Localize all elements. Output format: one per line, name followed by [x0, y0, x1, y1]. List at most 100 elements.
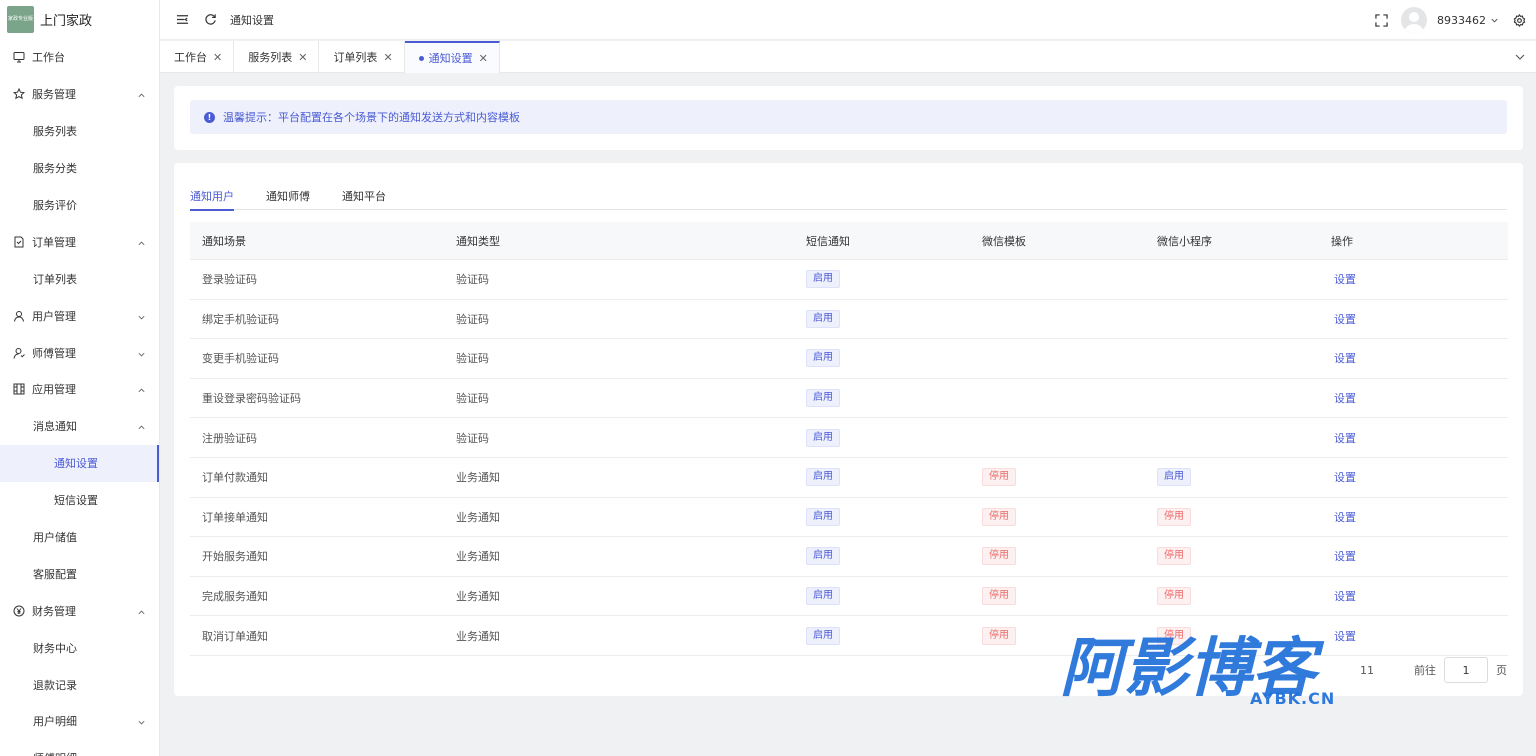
settings-link[interactable]: 设置 — [1334, 630, 1356, 643]
settings-link[interactable]: 设置 — [1334, 550, 1356, 563]
sidebar-item[interactable]: 用户明细 — [0, 703, 159, 740]
avatar[interactable] — [1401, 7, 1427, 33]
scene-cell: 变更手机验证码 — [190, 338, 456, 379]
sidebar-item[interactable]: 客服配置 — [0, 555, 159, 592]
tab-label: 订单列表 — [333, 51, 378, 64]
tab-item[interactable]: 订单列表 ✕ — [319, 41, 405, 73]
sidebar-item[interactable]: 通知设置 — [0, 444, 159, 482]
chevron-up-icon — [137, 90, 146, 99]
close-icon[interactable]: ✕ — [479, 52, 488, 65]
pager-page-input[interactable]: 1 — [1444, 657, 1488, 683]
sidebar-item[interactable]: 财务管理 — [0, 592, 159, 629]
sidebar-item-label: 用户明细 — [33, 715, 77, 729]
status-badge[interactable]: 启用 — [806, 270, 840, 289]
status-badge[interactable]: 启用 — [806, 428, 840, 447]
action-cell: 设置 — [1331, 299, 1508, 340]
settings-link[interactable]: 设置 — [1334, 352, 1356, 365]
chevron-up-icon — [137, 422, 146, 431]
status-badge[interactable]: 启用 — [1157, 468, 1191, 487]
chevron-down-icon[interactable] — [1490, 16, 1499, 25]
sidebar-item[interactable]: 用户储值 — [0, 519, 159, 556]
status-cell: 停用 — [982, 497, 1157, 538]
logo[interactable]: 家政 专业版 上门家政 — [0, 0, 159, 39]
sidebar-item[interactable]: 财务中心 — [0, 629, 159, 666]
status-cell: 停用 — [982, 536, 1157, 577]
tab-item[interactable]: 通知设置 ✕ — [404, 41, 500, 73]
scene-cell: 开始服务通知 — [190, 536, 456, 577]
subtab-item[interactable]: 通知平台 — [342, 185, 386, 210]
status-badge[interactable]: 启用 — [806, 626, 840, 645]
monitor-icon — [13, 51, 25, 63]
sidebar-item[interactable]: 订单列表 — [0, 260, 159, 297]
status-cell: 停用 — [982, 615, 1157, 656]
sidebar-item[interactable]: 应用管理 — [0, 371, 159, 408]
empty-cell — [982, 338, 1157, 379]
status-badge[interactable]: 启用 — [806, 389, 840, 408]
refresh-icon[interactable] — [203, 13, 217, 27]
pagination: 11 前往 1 页 — [1360, 657, 1507, 683]
sidebar: 家政 专业版 上门家政 工作台 服务管理 服务列表 服务分类 服务评价 订单管理 订单列表 用户… — [0, 0, 160, 756]
sidebar-item[interactable]: 服务分类 — [0, 150, 159, 187]
logo-image: 家政 专业版 — [7, 6, 34, 33]
subtab-item[interactable]: 通知师傅 — [266, 185, 310, 210]
status-cell: 启用 — [806, 457, 982, 498]
fullscreen-icon[interactable] — [1374, 13, 1388, 27]
sidebar-item[interactable]: 服务评价 — [0, 187, 159, 224]
subtab-item[interactable]: 通知用户 — [190, 185, 234, 211]
sidebar-item[interactable]: 工作台 — [0, 39, 159, 76]
close-icon[interactable]: ✕ — [383, 51, 392, 64]
action-cell: 设置 — [1331, 338, 1508, 379]
tab-item[interactable]: 工作台 ✕ — [160, 41, 235, 73]
sidebar-item[interactable]: 用户管理 — [0, 297, 159, 334]
sidebar-item[interactable]: 师傅管理 — [0, 334, 159, 371]
notify-card: 通知用户 通知师傅 通知平台 通知场景 通知类型 短信通知 微信模板 微信小程序 操作 登录验… — [174, 163, 1523, 696]
sidebar-item-label: 服务评价 — [33, 199, 77, 212]
empty-cell — [982, 378, 1157, 419]
sidebar-item[interactable]: 退款记录 — [0, 666, 159, 703]
status-badge[interactable]: 停用 — [1157, 507, 1191, 526]
sidebar-item[interactable]: 师傅明细 — [0, 740, 159, 756]
settings-link[interactable]: 设置 — [1334, 590, 1356, 603]
table-header-cell: 微信小程序 — [1157, 222, 1331, 260]
status-cell: 启用 — [806, 378, 982, 419]
status-badge[interactable]: 启用 — [806, 468, 840, 487]
status-badge[interactable]: 停用 — [1157, 626, 1191, 645]
sidebar-item[interactable]: 订单管理 — [0, 223, 159, 260]
status-badge[interactable]: 停用 — [1157, 547, 1191, 566]
status-badge[interactable]: 启用 — [806, 309, 840, 328]
status-badge[interactable]: 启用 — [806, 587, 840, 606]
gear-icon[interactable] — [1512, 13, 1526, 27]
settings-link[interactable]: 设置 — [1334, 313, 1356, 326]
status-badge[interactable]: 停用 — [982, 626, 1016, 645]
sidebar-item[interactable]: 服务列表 — [0, 113, 159, 150]
tabs-dropdown-icon[interactable] — [1514, 51, 1526, 63]
menu-fold-icon[interactable] — [175, 13, 189, 27]
status-badge[interactable]: 停用 — [982, 587, 1016, 606]
scene-cell: 订单接单通知 — [190, 497, 456, 538]
close-icon[interactable]: ✕ — [298, 51, 307, 64]
status-badge[interactable]: 启用 — [806, 547, 840, 566]
settings-link[interactable]: 设置 — [1334, 432, 1356, 445]
yen-icon — [13, 605, 25, 617]
sidebar-menu: 工作台 服务管理 服务列表 服务分类服务评价订单管理 订单列表 用户管理 师傅管理 应用管理消… — [0, 39, 159, 756]
username[interactable]: 8933462 — [1437, 14, 1486, 27]
settings-link[interactable]: 设置 — [1334, 471, 1356, 484]
tip-text: 温馨提示：平台配置在各个场景下的通知发送方式和内容模板 — [223, 111, 520, 124]
status-badge[interactable]: 停用 — [1157, 587, 1191, 606]
notify-table: 通知场景 通知类型 短信通知 微信模板 微信小程序 操作 登录验证码 验证码 启用 设置 绑定手机… — [190, 222, 1508, 656]
status-badge[interactable]: 停用 — [982, 507, 1016, 526]
document-icon — [13, 236, 25, 248]
status-badge[interactable]: 停用 — [982, 468, 1016, 487]
sidebar-item[interactable]: 消息通知 — [0, 408, 159, 445]
status-badge[interactable]: 停用 — [982, 547, 1016, 566]
sidebar-item[interactable]: 短信设置 — [0, 482, 159, 519]
table-row: 开始服务通知 业务通知 启用 停用 停用 设置 — [190, 536, 1508, 577]
settings-link[interactable]: 设置 — [1334, 511, 1356, 524]
tab-item[interactable]: 服务列表 ✕ — [234, 41, 320, 73]
settings-link[interactable]: 设置 — [1334, 392, 1356, 405]
settings-link[interactable]: 设置 — [1334, 273, 1356, 286]
sidebar-item[interactable]: 服务管理 — [0, 76, 159, 113]
status-badge[interactable]: 启用 — [806, 507, 840, 526]
status-badge[interactable]: 启用 — [806, 349, 840, 368]
close-icon[interactable]: ✕ — [213, 51, 222, 64]
